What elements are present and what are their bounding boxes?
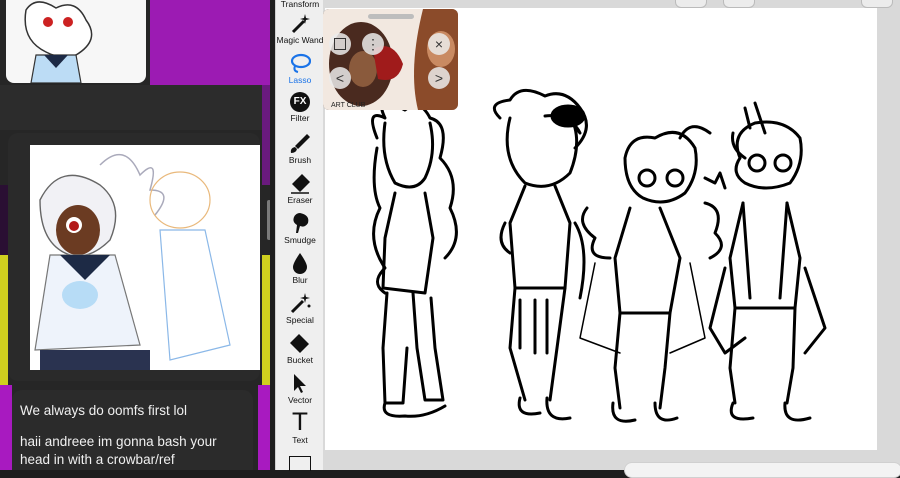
chevron-left-icon: < xyxy=(335,70,345,86)
blur-drop-icon xyxy=(293,253,307,274)
bg-band xyxy=(0,85,270,130)
tool-brush[interactable]: Brush xyxy=(276,132,324,172)
text-icon: T xyxy=(292,408,308,436)
top-toolbar-button[interactable] xyxy=(675,0,707,8)
chat-panel: We always do oomfs first lol haii andree… xyxy=(0,0,270,470)
lasso-icon xyxy=(290,53,311,73)
chat-image-thumbnail[interactable] xyxy=(6,0,146,83)
tool-transform[interactable]: Transform xyxy=(276,0,324,10)
reference-square-button[interactable] xyxy=(329,33,351,55)
magic-wand-icon xyxy=(291,14,310,34)
shared-artwork[interactable] xyxy=(30,145,260,370)
next-tool-icon[interactable] xyxy=(289,456,311,471)
tool-label: Smudge xyxy=(284,235,316,245)
close-icon: × xyxy=(434,36,444,52)
bottom-panel-handle[interactable] xyxy=(624,462,900,478)
square-icon xyxy=(334,38,346,50)
tool-special[interactable]: Special xyxy=(276,292,324,332)
bg-band xyxy=(0,255,8,385)
tool-eraser[interactable]: Eraser xyxy=(276,172,324,212)
tool-label: Vector xyxy=(287,395,313,405)
smudge-icon xyxy=(293,213,309,233)
tool-bucket[interactable]: Bucket xyxy=(276,332,324,372)
bg-band xyxy=(258,385,270,470)
chat-message-text: head in with a crowbar/ref xyxy=(20,452,175,467)
reference-image: ART CLUB xyxy=(323,9,458,110)
chat-message-text: We always do oomfs first lol xyxy=(20,403,188,418)
chevron-right-icon: > xyxy=(434,70,444,86)
tool-label: Special xyxy=(286,315,314,325)
bg-band xyxy=(262,255,270,385)
tool-label: Lasso xyxy=(288,75,312,85)
tool-label: Blur xyxy=(292,275,308,285)
top-toolbar-button[interactable] xyxy=(861,0,893,8)
chat-scrollbar[interactable] xyxy=(267,200,270,240)
bucket-icon xyxy=(290,334,309,353)
brush-icon xyxy=(290,134,310,153)
chat-image-message[interactable] xyxy=(8,133,260,381)
eraser-icon xyxy=(291,174,310,194)
tool-label: Brush xyxy=(288,155,312,165)
tool-label: Bucket xyxy=(287,355,313,365)
reference-close-button[interactable]: × xyxy=(428,33,450,55)
vector-arrow-icon xyxy=(294,374,306,393)
bg-band xyxy=(0,185,8,255)
special-icon xyxy=(290,293,311,314)
tool-label: Filter xyxy=(290,113,310,123)
tool-blur[interactable]: Blur xyxy=(276,252,324,292)
tool-label: Magic Wand xyxy=(276,35,324,45)
reference-window[interactable]: ART CLUB xyxy=(323,9,458,110)
tool-label: Text xyxy=(292,435,308,445)
character-artwork-image xyxy=(34,153,231,370)
tool-label: Eraser xyxy=(287,195,313,205)
reference-more-button[interactable]: ⋮ xyxy=(362,33,384,55)
tool-smudge[interactable]: Smudge xyxy=(276,212,324,252)
svg-text:ART CLUB: ART CLUB xyxy=(331,102,366,109)
tool-vector[interactable]: Vector xyxy=(276,372,324,412)
tool-lasso[interactable]: Lasso xyxy=(276,52,324,92)
top-toolbar-button[interactable] xyxy=(723,0,755,8)
bg-band xyxy=(0,385,12,470)
tool-label: Transform xyxy=(280,0,320,9)
reference-next-button[interactable]: > xyxy=(428,67,450,89)
bg-band xyxy=(150,0,270,85)
tool-text[interactable]: T Text xyxy=(276,410,324,450)
reference-prev-button[interactable]: < xyxy=(329,67,351,89)
chat-message-bubble[interactable]: We always do oomfs first lol haii andree… xyxy=(12,390,253,470)
bg-band xyxy=(262,85,270,185)
reference-window-handle[interactable] xyxy=(368,14,414,19)
character-sketch-image xyxy=(24,1,93,83)
tool-bar: Transform Magic Wand Lasso FX Filter Bru… xyxy=(275,0,324,471)
tool-filter[interactable]: FX Filter xyxy=(276,92,324,132)
tool-magic-wand[interactable]: Magic Wand xyxy=(276,12,324,52)
fx-icon: FX xyxy=(290,92,310,112)
more-icon: ⋮ xyxy=(366,35,380,52)
chat-message-text: haii andreee im gonna bash your xyxy=(20,434,217,449)
